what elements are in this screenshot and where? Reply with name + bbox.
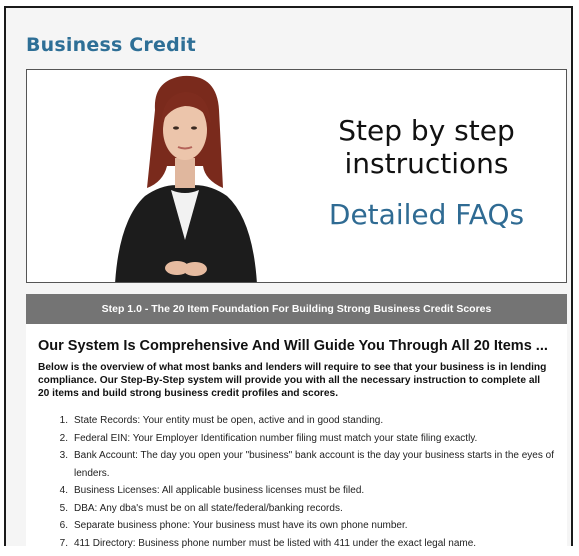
list-item: 7. 411 Directory: Business phone number m… — [59, 537, 477, 549]
media-headline-line1: Step by step — [338, 114, 515, 147]
step-banner: Step 1.0 - The 20 Item Foundation For Bu… — [26, 294, 567, 324]
list-item: 2. Federal EIN: Your Employer Identificat… — [59, 432, 478, 444]
list-item: 1. State Records: Your entity must be ope… — [59, 415, 384, 426]
presenter-image — [115, 75, 257, 282]
video-panel[interactable]: Step by step instructions Detailed FAQs — [26, 69, 567, 283]
media-headline-line2: instructions — [344, 147, 509, 180]
list-item: 5. DBA: Any dba's must be on all state/fe… — [59, 502, 343, 514]
list-item: 6. Separate business phone: Your business… — [59, 520, 408, 531]
intro-paragraph: Below is the overview of what most banks… — [38, 362, 547, 399]
content-panel: Our System Is Comprehensive And Will Gui… — [26, 324, 567, 556]
requirements-list: 1. State Records: Your entity must be ope… — [38, 412, 558, 552]
page-title: Business Credit — [26, 34, 196, 56]
page-frame: Business Credit Step by step instruction… — [4, 6, 573, 556]
section-heading: Our System Is Comprehensive And Will Gui… — [38, 338, 548, 354]
list-item: 3. Bank Account: The day you open your "b… — [59, 450, 554, 479]
list-item: 4. Business Licenses: All applicable busi… — [59, 485, 365, 496]
media-faq-caption: Detailed FAQs — [328, 198, 525, 231]
